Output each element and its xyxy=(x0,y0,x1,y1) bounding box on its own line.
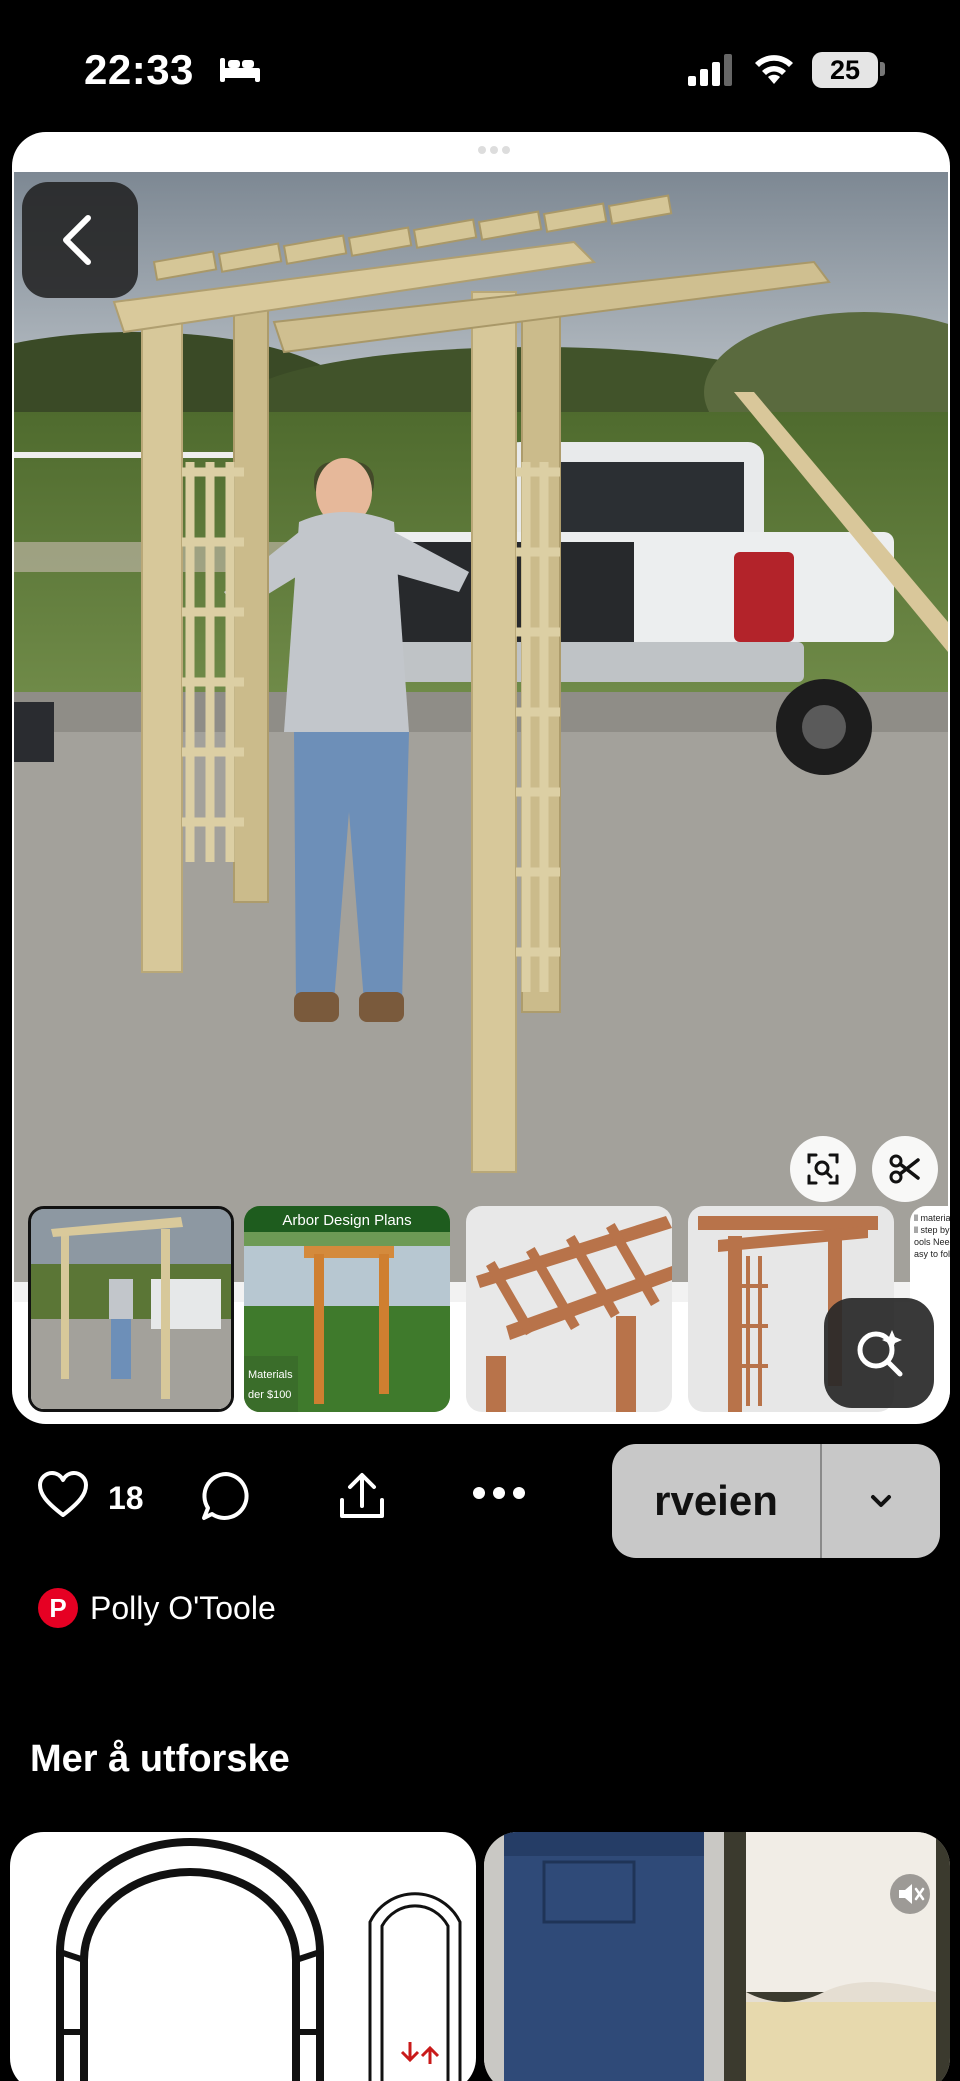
sleep-bed-icon xyxy=(220,58,260,82)
back-button[interactable] xyxy=(22,182,138,298)
visual-search-button[interactable] xyxy=(824,1298,934,1408)
visit-options-button[interactable] xyxy=(822,1444,940,1558)
heart-icon[interactable] xyxy=(36,1470,90,1520)
status-time: 22:33 xyxy=(84,46,194,93)
wifi-icon xyxy=(755,55,793,84)
thumb-arbor-render[interactable] xyxy=(466,1206,672,1412)
comment-icon[interactable] xyxy=(200,1470,252,1522)
svg-text:Materials: Materials xyxy=(248,1369,293,1381)
author-avatar[interactable]: P xyxy=(38,1588,78,1628)
cellular-signal-icon xyxy=(688,54,732,86)
more-options-icon[interactable] xyxy=(472,1486,526,1500)
lens-search-icon xyxy=(807,1153,839,1185)
chevron-down-icon xyxy=(871,1495,891,1507)
thumb-arbor-photo[interactable] xyxy=(28,1206,234,1412)
more-to-explore-title: Mer å utforske xyxy=(30,1738,290,1780)
thumbnail-image xyxy=(31,1209,231,1409)
pin-actions: 18 rveien xyxy=(0,1440,960,1560)
author-row[interactable]: P Polly O'Toole xyxy=(38,1588,276,1628)
thumb-title: Arbor Design Plans xyxy=(282,1212,411,1229)
arbor-photo xyxy=(14,172,948,1302)
pin-card: Arbor Design Plans Materials der $100 ll… xyxy=(12,132,950,1424)
like-count: 18 xyxy=(108,1480,144,1516)
explore-pin-clothing[interactable] xyxy=(484,1832,950,2081)
svg-text:der $100: der $100 xyxy=(248,1389,291,1401)
explore-pin-arch[interactable] xyxy=(10,1832,476,2081)
pin-main-image[interactable] xyxy=(14,172,948,1302)
drag-handle[interactable] xyxy=(478,146,512,154)
mute-icon[interactable] xyxy=(888,1872,932,1916)
author-name[interactable]: Polly O'Toole xyxy=(90,1590,276,1627)
status-bar: 22:33 25 xyxy=(0,0,960,130)
clothing-image xyxy=(484,1832,950,2081)
thumbnail-image: Arbor Design Plans Materials der $100 xyxy=(244,1206,450,1412)
visit-button-label[interactable]: rveien xyxy=(612,1444,820,1558)
scissors-icon xyxy=(889,1154,920,1184)
metal-arch-image xyxy=(56,1838,462,2081)
image-carousel[interactable]: Arbor Design Plans Materials der $100 ll… xyxy=(12,1192,950,1424)
thumbnail-image xyxy=(466,1206,672,1412)
battery-indicator: 25 xyxy=(812,52,878,88)
thumb-arbor-design-plans[interactable]: Arbor Design Plans Materials der $100 xyxy=(244,1206,450,1412)
visit-button[interactable]: rveien xyxy=(612,1444,940,1558)
battery-tip xyxy=(880,62,885,76)
visual-search-icon xyxy=(857,1330,903,1377)
share-icon[interactable] xyxy=(336,1470,388,1522)
chevron-left-icon xyxy=(63,215,91,265)
